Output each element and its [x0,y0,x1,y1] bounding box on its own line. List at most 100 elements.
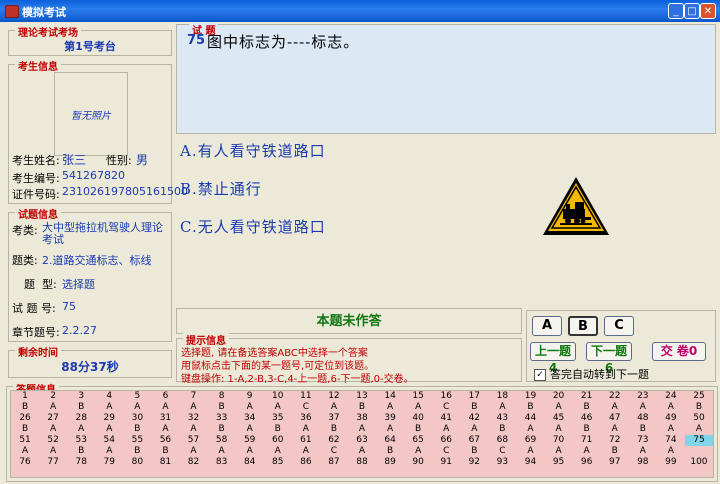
answer-a-button[interactable]: A [532,316,562,336]
question-number-cell[interactable]: 60 [264,435,292,446]
question-number-cell[interactable]: 33 [208,413,236,424]
question-number-cell[interactable]: 89 [376,457,404,468]
answer-cell[interactable]: A [292,446,320,457]
question-number-cell[interactable]: 44 [516,413,544,424]
answer-cell[interactable]: A [629,446,657,457]
question-number-cell[interactable]: 24 [657,391,685,402]
question-number-cell[interactable]: 13 [348,391,376,402]
question-number-cell[interactable]: 3 [67,391,95,402]
answer-cell[interactable]: A [95,424,123,435]
question-number-cell[interactable]: 58 [208,435,236,446]
question-number-cell[interactable]: 75 [684,435,713,446]
question-number-cell[interactable]: 47 [601,413,629,424]
question-number-cell[interactable]: 68 [488,435,516,446]
question-number-cell[interactable]: 30 [123,413,151,424]
question-number-cell[interactable]: 15 [404,391,432,402]
question-number-cell[interactable]: 80 [123,457,151,468]
question-number-cell[interactable]: 35 [264,413,292,424]
question-number-cell[interactable]: 97 [601,457,629,468]
answer-cell[interactable]: B [123,446,151,457]
question-number-cell[interactable]: 92 [460,457,488,468]
answer-cell[interactable]: B [516,402,544,413]
question-number-cell[interactable]: 26 [11,413,39,424]
answer-cell[interactable]: B [404,424,432,435]
question-number-cell[interactable]: 48 [629,413,657,424]
answer-cell[interactable]: A [348,446,376,457]
answer-cell[interactable]: A [685,424,713,435]
question-number-cell[interactable]: 81 [151,457,179,468]
question-number-cell[interactable]: 95 [545,457,573,468]
answer-cell[interactable]: B [348,402,376,413]
answer-cell[interactable]: A [123,402,151,413]
question-number-cell[interactable]: 88 [348,457,376,468]
question-number-cell[interactable]: 50 [685,413,713,424]
answer-cell[interactable]: C [432,402,460,413]
answer-cell[interactable]: A [236,402,264,413]
answer-cell[interactable]: A [179,424,207,435]
question-number-cell[interactable]: 4 [95,391,123,402]
answer-cell[interactable]: C [488,446,516,457]
question-number-cell[interactable]: 54 [95,435,123,446]
question-number-cell[interactable]: 96 [573,457,601,468]
question-number-cell[interactable]: 32 [179,413,207,424]
answer-cell[interactable]: A [11,446,39,457]
question-number-cell[interactable]: 62 [320,435,348,446]
question-number-cell[interactable]: 52 [39,435,67,446]
question-number-cell[interactable]: 91 [432,457,460,468]
answer-cell[interactable]: B [629,424,657,435]
question-number-cell[interactable]: 87 [320,457,348,468]
auto-next-option[interactable]: ✓ 答完自动转到下一题 [534,366,649,382]
answer-cell[interactable]: A [179,402,207,413]
question-number-cell[interactable]: 78 [67,457,95,468]
question-number-cell[interactable]: 31 [151,413,179,424]
auto-next-checkbox[interactable]: ✓ [534,369,546,381]
question-number-cell[interactable]: 16 [432,391,460,402]
question-number-cell[interactable]: 17 [460,391,488,402]
answer-cell[interactable]: B [573,424,601,435]
question-number-cell[interactable]: 19 [516,391,544,402]
answer-cell[interactable]: C [292,402,320,413]
question-number-cell[interactable]: 28 [67,413,95,424]
answer-cell[interactable]: B [376,446,404,457]
answer-cell[interactable]: B [601,446,629,457]
answer-cell[interactable]: A [39,446,67,457]
answer-cell[interactable]: A [488,402,516,413]
answer-cell[interactable]: B [488,424,516,435]
question-number-cell[interactable]: 55 [123,435,151,446]
question-number-cell[interactable]: 1 [11,391,39,402]
answer-cell[interactable]: A [348,424,376,435]
question-number-cell[interactable]: 71 [573,435,601,446]
answer-b-button[interactable]: B [568,316,598,336]
question-number-cell[interactable]: 61 [292,435,320,446]
answer-cell[interactable]: B [460,402,488,413]
answer-cell[interactable]: B [208,424,236,435]
question-number-cell[interactable]: 21 [573,391,601,402]
question-number-cell[interactable]: 57 [179,435,207,446]
question-number-cell[interactable]: 45 [545,413,573,424]
answer-cell[interactable]: A [95,402,123,413]
answer-cell[interactable]: A [432,424,460,435]
answer-cell[interactable] [685,446,713,457]
answer-cell[interactable]: A [601,402,629,413]
question-number-cell[interactable]: 65 [404,435,432,446]
answer-cell[interactable]: A [236,446,264,457]
answer-cell[interactable]: B [67,402,95,413]
close-button[interactable]: ✕ [700,3,716,19]
question-number-cell[interactable]: 49 [657,413,685,424]
question-number-cell[interactable]: 56 [151,435,179,446]
answer-cell[interactable]: A [151,424,179,435]
submit-button[interactable]: 交 卷0 [652,342,706,361]
question-number-cell[interactable]: 76 [11,457,39,468]
answer-cell[interactable]: B [573,402,601,413]
answer-cell[interactable]: A [573,446,601,457]
answer-cell[interactable]: B [11,402,39,413]
answer-cell[interactable]: B [151,446,179,457]
answer-c-button[interactable]: C [604,316,634,336]
question-number-cell[interactable]: 99 [657,457,685,468]
question-number-cell[interactable]: 94 [516,457,544,468]
question-number-cell[interactable]: 100 [685,457,713,468]
answer-cell[interactable]: B [264,424,292,435]
question-number-cell[interactable]: 66 [432,435,460,446]
question-number-cell[interactable]: 37 [320,413,348,424]
answer-cell[interactable]: A [67,424,95,435]
